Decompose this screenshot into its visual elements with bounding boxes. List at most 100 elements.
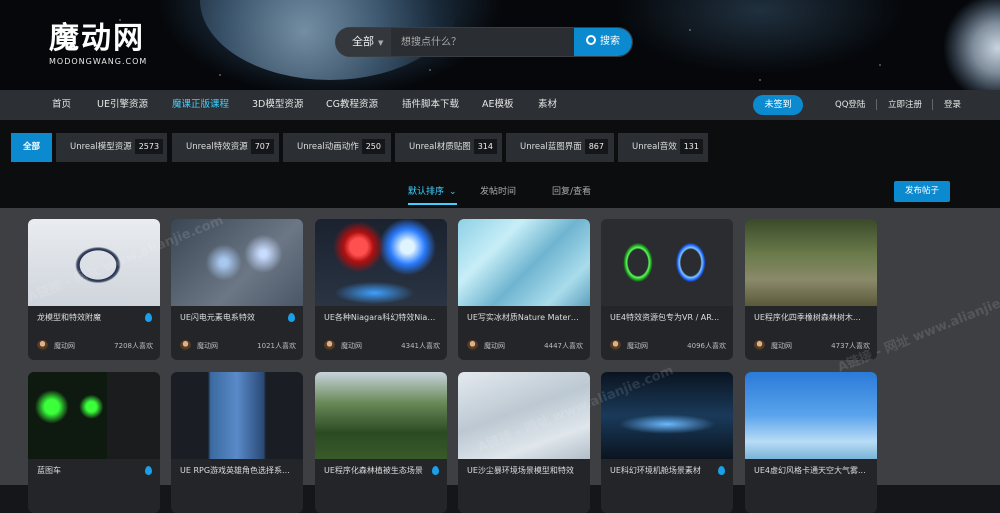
category-count: 867 <box>584 139 608 154</box>
card-author: 魔动网 <box>484 342 505 350</box>
card-thumbnail <box>28 372 160 459</box>
card-title: UE4虚幻风格卡通天空大气雾... <box>754 466 866 475</box>
card-title: 蓝图车 <box>37 466 61 475</box>
category-count: 131 <box>679 139 703 154</box>
card-title: UE沙尘暴环境场景模型和特效 <box>467 466 574 475</box>
card-meta: 魔动网 4096人喜欢 <box>610 340 726 352</box>
avatar <box>754 340 765 351</box>
logo-subtext: MODONGWANG.COM <box>49 57 148 66</box>
resource-card[interactable]: UE程序化四季橡树森林树木灌... 魔动网 4737人喜欢 <box>745 219 877 360</box>
card-title: 龙模型和特效附魔 <box>37 313 101 322</box>
nav-item-cg-tutorials[interactable]: CG教程资源 <box>326 90 378 120</box>
search-category-label: 全部 <box>352 35 374 48</box>
logo-text: 魔动网 <box>49 21 145 56</box>
sort-time-tab[interactable]: 发帖时间 <box>480 180 516 205</box>
nav-item-home[interactable]: 首页 <box>52 90 71 120</box>
resource-card[interactable]: UE程序化森林植被生态场景 <box>315 372 447 513</box>
card-thumbnail <box>745 372 877 459</box>
qq-login-link[interactable]: QQ登陆 <box>835 90 865 120</box>
nav-item-ue-resources[interactable]: UE引擎资源 <box>97 90 148 120</box>
card-meta: 魔动网 1021人喜欢 <box>180 340 296 352</box>
category-count: 250 <box>361 139 385 154</box>
flame-icon <box>288 313 295 322</box>
resource-card[interactable]: UE4特效资源包专为VR / AR... 魔动网 4096人喜欢 <box>601 219 733 360</box>
card-author: 魔动网 <box>627 342 648 350</box>
card-thumbnail <box>601 219 733 306</box>
category-label: 全部 <box>23 142 41 152</box>
category-bar: 全部 Unreal模型资源 2573 Unreal特效资源 707 Unreal动画… <box>0 120 1000 208</box>
category-count: 707 <box>250 139 274 154</box>
card-likes: 4096人喜欢 <box>687 342 726 350</box>
card-title: UE程序化森林植被生态场景 <box>324 466 423 475</box>
category-label: Unreal音效 <box>632 142 677 152</box>
resource-grid: 龙模型和特效附魔 魔动网 7208人喜欢 UE闪电元素电系特效 魔动网 1021人喜… <box>0 208 1000 513</box>
card-thumbnail <box>745 219 877 306</box>
category-chip[interactable]: Unreal材质贴图 314 <box>395 133 502 162</box>
login-link[interactable]: 登录 <box>944 90 961 120</box>
card-title: UE程序化四季橡树森林树木灌... <box>754 313 866 322</box>
avatar <box>610 340 621 351</box>
checkin-button[interactable]: 未签到 <box>753 95 803 115</box>
avatar <box>324 340 335 351</box>
resource-card[interactable]: UE RPG游戏英雄角色选择系... <box>171 372 303 513</box>
category-count: 2573 <box>134 139 164 154</box>
category-chip[interactable]: Unreal模型资源 2573 <box>56 133 167 162</box>
nav-divider <box>876 99 877 110</box>
sort-replies-tab[interactable]: 回复/查看 <box>552 180 591 205</box>
card-title: UE写实冰材质Nature Material... <box>467 313 579 322</box>
resource-card[interactable]: UE写实冰材质Nature Material... 魔动网 4447人喜欢 <box>458 219 590 360</box>
card-thumbnail <box>315 219 447 306</box>
avatar <box>467 340 478 351</box>
card-thumbnail <box>458 219 590 306</box>
nav-item-plugins[interactable]: 插件脚本下载 <box>402 90 459 120</box>
search-category-select[interactable]: 全部 ▼ <box>336 28 391 56</box>
category-label: Unreal模型资源 <box>70 142 132 152</box>
site-logo[interactable]: 魔动网 MODONGWANG.COM <box>49 21 148 67</box>
sort-label: 默认排序 <box>408 187 445 197</box>
category-count: 314 <box>473 139 497 154</box>
category-chip[interactable]: Unreal音效 131 <box>618 133 708 162</box>
category-chip[interactable]: Unreal动画动作 250 <box>283 133 391 162</box>
category-label: Unreal蓝图界面 <box>520 142 582 152</box>
category-chip[interactable]: Unreal蓝图界面 867 <box>506 133 614 162</box>
nav-item-courses[interactable]: 魔课正版课程 <box>172 90 229 120</box>
card-title: UE各种Niagara科幻特效Niag... <box>324 313 436 322</box>
publish-post-button[interactable]: 发布帖子 <box>894 181 950 202</box>
card-title: UE RPG游戏英雄角色选择系... <box>180 466 290 475</box>
card-likes: 4447人喜欢 <box>544 342 583 350</box>
card-thumbnail <box>315 372 447 459</box>
search-input[interactable] <box>393 28 576 56</box>
card-meta: 魔动网 7208人喜欢 <box>37 340 153 352</box>
resource-card[interactable]: UE各种Niagara科幻特效Niag... 魔动网 4341人喜欢 <box>315 219 447 360</box>
card-author: 魔动网 <box>197 342 218 350</box>
card-likes: 1021人喜欢 <box>257 342 296 350</box>
card-author: 魔动网 <box>54 342 75 350</box>
avatar <box>180 340 191 351</box>
search-icon <box>586 35 596 45</box>
main-nav: 首页 UE引擎资源 魔课正版课程 3D模型资源 CG教程资源 插件脚本下载 AE… <box>0 90 1000 120</box>
chevron-down-icon: ⌄ <box>449 187 457 197</box>
card-author: 魔动网 <box>341 342 362 350</box>
avatar <box>37 340 48 351</box>
resource-card[interactable]: UE4虚幻风格卡通天空大气雾... <box>745 372 877 513</box>
flame-icon <box>718 466 725 475</box>
sort-default-tab[interactable]: 默认排序 ⌄ <box>408 180 457 205</box>
nav-item-3d-models[interactable]: 3D模型资源 <box>252 90 303 120</box>
flame-icon <box>145 466 152 475</box>
card-thumbnail <box>171 372 303 459</box>
card-meta: 魔动网 4447人喜欢 <box>467 340 583 352</box>
nav-item-materials[interactable]: 素材 <box>538 90 557 120</box>
card-title: UE4特效资源包专为VR / AR... <box>610 313 720 322</box>
category-chip-all[interactable]: 全部 <box>11 133 52 162</box>
category-label: Unreal动画动作 <box>297 142 359 152</box>
card-meta: 魔动网 4341人喜欢 <box>324 340 440 352</box>
resource-card[interactable]: 蓝图车 <box>28 372 160 513</box>
search-bar: 全部 ▼ 搜索 <box>335 27 633 57</box>
register-link[interactable]: 立即注册 <box>888 90 922 120</box>
search-button[interactable]: 搜索 <box>574 28 632 56</box>
category-chip[interactable]: Unreal特效资源 707 <box>172 133 279 162</box>
card-author: 魔动网 <box>771 342 792 350</box>
search-button-label: 搜索 <box>600 36 620 47</box>
nav-item-ae-templates[interactable]: AE模板 <box>482 90 514 120</box>
card-title: UE科幻环境机舱场景素材 <box>610 466 701 475</box>
